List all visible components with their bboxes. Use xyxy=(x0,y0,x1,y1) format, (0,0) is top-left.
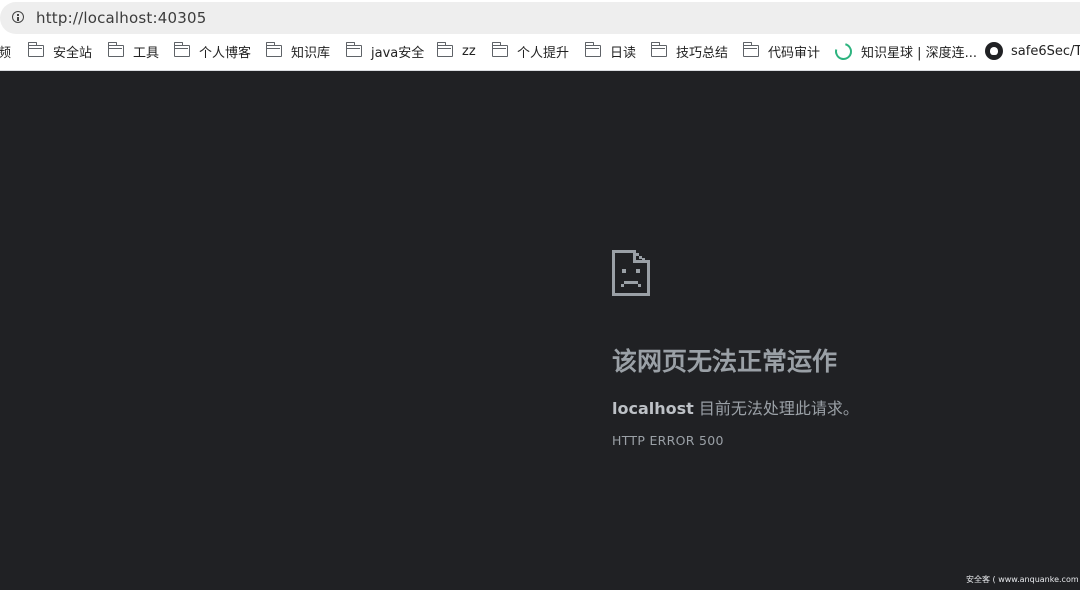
error-message-text: 目前无法处理此请求。 xyxy=(698,399,859,418)
bookmark-label: 代码审计 xyxy=(768,45,821,61)
bookmark-folder-knowledge-base[interactable]: 知识库 xyxy=(265,36,331,66)
folder-icon xyxy=(650,42,667,57)
browser-toolbar: http://localhost:40305 频 安全站 工具 个人博客 知识库… xyxy=(0,0,1080,71)
folder-icon xyxy=(436,42,453,57)
info-icon[interactable] xyxy=(12,11,24,23)
bookmark-folder-security-sites[interactable]: 安全站 xyxy=(27,36,93,66)
sad-page-icon xyxy=(612,250,650,296)
bookmark-label: 技巧总结 xyxy=(676,45,729,61)
address-bar[interactable]: http://localhost:40305 xyxy=(0,2,1080,34)
error-title: 该网页无法正常运作 xyxy=(612,347,838,376)
bookmark-folder-zz[interactable]: zz xyxy=(436,36,476,66)
bookmark-label: 个人博客 xyxy=(199,45,252,61)
folder-icon xyxy=(265,42,282,57)
bookmark-folder-code-audit[interactable]: 代码审计 xyxy=(742,36,821,66)
bookmark-folder-personal-blogs[interactable]: 个人博客 xyxy=(173,36,252,66)
bookmark-label: java安全 xyxy=(371,45,425,61)
bookmark-folder-self-improvement[interactable]: 个人提升 xyxy=(491,36,570,66)
bookmark-label: safe6Sec/To xyxy=(1011,43,1080,59)
folder-icon xyxy=(107,42,124,57)
folder-icon xyxy=(173,42,190,57)
bookmark-label: 日读 xyxy=(610,45,637,61)
bookmark-knowledge-planet[interactable]: 知识星球 | 深度连... xyxy=(831,36,978,66)
bookmarks-bar: 频 安全站 工具 个人博客 知识库 java安全 zz 个人提升 日读 技巧总结… xyxy=(0,36,1080,70)
folder-icon xyxy=(584,42,601,57)
watermark: 安全客 ( www.anquanke.com ) xyxy=(966,575,1080,584)
folder-icon xyxy=(345,42,362,57)
bookmark-label: 安全站 xyxy=(53,45,93,61)
bookmark-label: 工具 xyxy=(133,45,160,61)
error-host: localhost xyxy=(612,399,694,418)
github-icon xyxy=(985,42,1003,60)
bookmark-folder-tips-summary[interactable]: 技巧总结 xyxy=(650,36,729,66)
bookmark-label: 频 xyxy=(0,45,12,61)
folder-icon xyxy=(491,42,508,57)
bookmark-label: 个人提升 xyxy=(517,45,570,61)
bookmark-label: 知识库 xyxy=(291,45,331,61)
knowledge-planet-icon xyxy=(831,39,856,63)
bookmark-folder-tools[interactable]: 工具 xyxy=(107,36,160,66)
bookmark-folder-java-security[interactable]: java安全 xyxy=(345,36,425,66)
bookmark-label: 知识星球 | 深度连... xyxy=(861,45,978,61)
folder-icon xyxy=(742,42,759,57)
toolbar-divider xyxy=(0,70,1080,71)
error-code: HTTP ERROR 500 xyxy=(612,433,724,448)
error-message: localhost 目前无法处理此请求。 xyxy=(612,395,859,419)
bookmark-partial[interactable]: 频 xyxy=(0,36,11,66)
folder-icon xyxy=(27,42,44,57)
bookmark-folder-daily-reading[interactable]: 日读 xyxy=(584,36,637,66)
bookmark-github-safe6sec[interactable]: safe6Sec/To xyxy=(985,36,1080,66)
url-text[interactable]: http://localhost:40305 xyxy=(36,9,206,27)
bookmark-label: zz xyxy=(462,43,476,59)
